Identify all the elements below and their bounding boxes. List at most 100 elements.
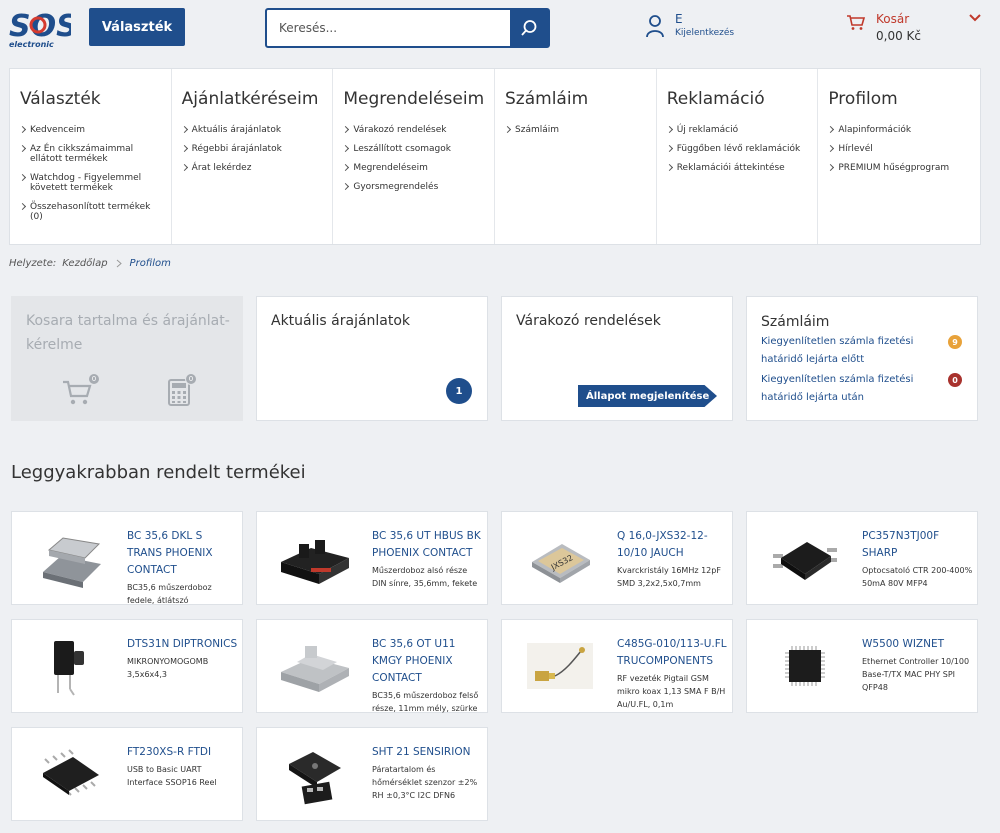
product-card[interactable]: SHT 21 SENSIRION Páratartalom és hőmérsé… (256, 727, 488, 821)
product-name[interactable]: Q 16,0-JXS32-12-10/10 JAUCH (617, 528, 729, 562)
menu-heading[interactable]: Megrendeléseim (343, 89, 494, 109)
section-title: Leggyakrabban rendelt termékei (11, 462, 306, 483)
menu-item[interactable]: Árat lekérdez (182, 163, 333, 173)
quote-count-badge: 0 (185, 373, 197, 385)
menu-item[interactable]: Megrendeléseim (343, 163, 494, 173)
product-card[interactable]: W5500 WIZNET Ethernet Controller 10/100 … (746, 619, 978, 713)
user-menu[interactable]: E Kijelentkezés (645, 12, 734, 44)
breadcrumb-current[interactable]: Profilom (130, 258, 171, 269)
menu-item[interactable]: Várakozó rendelések (343, 125, 494, 135)
assortment-button[interactable]: Választék (89, 8, 185, 46)
product-name[interactable]: BC 35,6 OT U11 KMGY PHOENIX CONTACT (372, 636, 484, 687)
product-card[interactable]: JXS32 Q 16,0-JXS32-12-10/10 JAUCH Kvarck… (501, 511, 733, 605)
product-name[interactable]: W5500 WIZNET (862, 636, 974, 653)
ssop-chip-icon (30, 740, 110, 808)
pending-orders-card: Várakozó rendelések Állapot megjelenítés… (501, 296, 733, 421)
menu-column-complaints: Reklamáció Új reklamáció Függőben lévő r… (657, 69, 819, 244)
product-card[interactable]: C485G-010/113-U.FL TRUCOMPONENTS RF veze… (501, 619, 733, 713)
product-card[interactable]: BC 35,6 OT U11 KMGY PHOENIX CONTACT BC35… (256, 619, 488, 713)
invoice-row-label: Kiegyenlítetlen számla fizetési határidő… (761, 336, 914, 365)
product-description: Páratartalom és hőmérséklet szenzor ±2% … (372, 765, 478, 800)
product-name[interactable]: SHT 21 SENSIRION (372, 744, 484, 761)
cart-count-badge: 0 (88, 373, 100, 385)
product-card[interactable]: DTS31N DIPTRONICS MIKRONYOMOGOMB 3,5x6x4… (11, 619, 243, 713)
invoice-count-badge: 9 (948, 335, 962, 349)
user-name: E (675, 12, 683, 26)
product-name[interactable]: C485G-010/113-U.FL TRUCOMPONENTS (617, 636, 729, 670)
product-card[interactable]: BC 35,6 DKL S TRANS PHOENIX CONTACT BC35… (11, 511, 243, 605)
chevron-down-icon[interactable] (968, 12, 982, 24)
breadcrumb-home[interactable]: Kezdőlap (62, 258, 107, 269)
product-card[interactable]: BC 35,6 UT HBUS BK PHOENIX CONTACT Műsze… (256, 511, 488, 605)
product-description: Műszerdoboz alsó része DIN sínre, 35,6mm… (372, 566, 478, 588)
dfn-sensor-chip-icon (275, 740, 355, 808)
product-description: MIKRONYOMOGOMB 3,5x6x4,3 (127, 657, 209, 679)
optocoupler-chip-icon (765, 524, 845, 592)
qfp-chip-icon (765, 632, 845, 700)
product-name[interactable]: BC 35,6 UT HBUS BK PHOENIX CONTACT (372, 528, 484, 562)
product-description: USB to Basic UART Interface SSOP16 Reel (127, 765, 217, 787)
cart-amount: 0,00 Kč (876, 29, 921, 43)
tactile-switch-icon (30, 632, 110, 700)
product-name[interactable]: PC357N3TJ00F SHARP (862, 528, 974, 562)
card-title: Számláim (761, 314, 830, 330)
search-button[interactable] (510, 10, 548, 46)
menu-item[interactable]: Számláim (505, 125, 656, 135)
breadcrumb-prefix: Helyzete: (9, 258, 57, 269)
product-description: BC35,6 műszerdoboz felső része, 11mm mél… (372, 691, 479, 713)
sos-logo[interactable]: SOS electronic (9, 6, 71, 50)
crystal-oscillator-icon: JXS32 (520, 524, 600, 592)
current-quotes-card[interactable]: Aktuális árajánlatok 1 (256, 296, 488, 421)
show-status-button[interactable]: Állapot megjelenítése (578, 385, 717, 407)
breadcrumb: Helyzete: Kezdőlap Profilom (9, 258, 171, 269)
search-icon (521, 20, 537, 36)
quote-count-badge[interactable]: 1 (446, 378, 472, 404)
invoices-card: Számláim Kiegyenlítetlen számla fizetési… (746, 296, 978, 421)
invoice-row-after-due[interactable]: Kiegyenlítetlen számla fizetési határidő… (761, 371, 976, 407)
product-name[interactable]: BC 35,6 DKL S TRANS PHOENIX CONTACT (127, 528, 239, 579)
menu-column-invoices: Számláim Számláim (495, 69, 657, 244)
menu-heading[interactable]: Választék (20, 89, 171, 109)
menu-heading[interactable]: Ajánlatkéréseim (182, 89, 333, 109)
card-title: Várakozó rendelések (516, 313, 661, 329)
menu-heading[interactable]: Reklamáció (667, 89, 818, 109)
product-name[interactable]: DTS31N DIPTRONICS (127, 636, 239, 653)
menu-heading[interactable]: Profilom (828, 89, 980, 109)
menu-item[interactable]: Gyorsmegrendelés (343, 182, 494, 192)
rf-pigtail-cable-icon (520, 632, 600, 700)
menu-item[interactable]: Reklamációi áttekintése (667, 163, 818, 173)
svg-text:SOS: SOS (9, 9, 71, 44)
search-input[interactable] (267, 10, 510, 46)
invoice-row-label: Kiegyenlítetlen számla fizetési határidő… (761, 374, 914, 403)
quote-shortcut[interactable]: 0 (167, 373, 197, 411)
menu-item[interactable]: Alapinformációk (828, 125, 980, 135)
menu-item[interactable]: PREMIUM hűségprogram (828, 163, 980, 173)
menu-item[interactable]: Függőben lévő reklamációk (667, 144, 818, 154)
product-description: Optocsatoló CTR 200-400% 50mA 80V MFP4 (862, 566, 973, 588)
enclosure-lid-icon (30, 524, 110, 592)
product-name[interactable]: FT230XS-R FTDI (127, 744, 239, 761)
header: SOS electronic Választék E Kijelentkezés (0, 0, 1000, 58)
product-card[interactable]: FT230XS-R FTDI USB to Basic UART Interfa… (11, 727, 243, 821)
menu-item[interactable]: Az Én cikkszámaimmal ellátott termékek (20, 144, 171, 164)
cart-link[interactable]: Kosár 0,00 Kč (846, 12, 921, 46)
svg-text:electronic: electronic (9, 40, 54, 49)
account-menu: Választék Kedvenceim Az Én cikkszámaimma… (9, 68, 981, 245)
menu-item[interactable]: Watchdog - Figyelemmel követett termékek (20, 173, 171, 193)
menu-item[interactable]: Hírlevél (828, 144, 980, 154)
invoice-row-before-due[interactable]: Kiegyenlítetlen számla fizetési határidő… (761, 333, 976, 369)
din-enclosure-black-icon (275, 524, 355, 592)
menu-item[interactable]: Leszállított csomagok (343, 144, 494, 154)
menu-item[interactable]: Aktuális árajánlatok (182, 125, 333, 135)
product-description: RF vezeték Pigtail GSM mikro koax 1,13 S… (617, 674, 726, 709)
product-card[interactable]: PC357N3TJ00F SHARP Optocsatoló CTR 200-4… (746, 511, 978, 605)
menu-item[interactable]: Új reklamáció (667, 125, 818, 135)
logout-link[interactable]: Kijelentkezés (675, 28, 734, 38)
cart-quotes-card: Kosara tartalma és árajánlat-kérelme 0 0 (11, 296, 243, 421)
menu-item[interactable]: Régebbi árajánlatok (182, 144, 333, 154)
menu-item[interactable]: Összehasonlított termékek (0) (20, 202, 171, 222)
cart-shortcut[interactable]: 0 (62, 373, 100, 411)
menu-item[interactable]: Kedvenceim (20, 125, 171, 135)
user-icon (646, 15, 664, 38)
menu-heading[interactable]: Számláim (505, 89, 656, 109)
